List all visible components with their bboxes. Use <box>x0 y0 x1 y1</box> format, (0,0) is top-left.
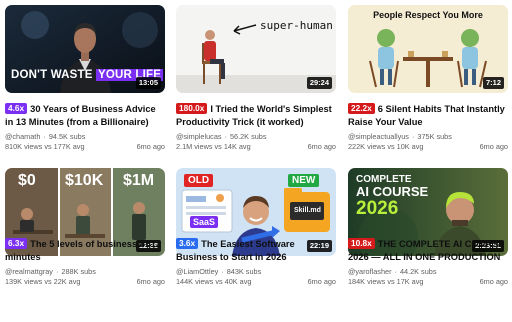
outlier-multiplier-badge: 22.2x <box>348 103 375 114</box>
channel-separator: · <box>55 267 59 276</box>
outlier-multiplier-badge: 3.6x <box>176 238 199 249</box>
video-thumbnail[interactable]: super-human 29:24 <box>176 5 336 93</box>
channel-subs: 94.5K subs <box>48 132 86 141</box>
video-title-row: 22.2x 6 Silent Habits That Instantly Rais… <box>348 103 508 129</box>
channel-handle[interactable]: @chamath <box>5 132 40 141</box>
video-title-row: 3.6x The Easiest Software Business to Sta… <box>176 238 336 264</box>
channel-handle[interactable]: @simplelucas <box>176 132 222 141</box>
channel-row: @realmattgray · 288K subs <box>5 267 165 277</box>
video-grid: DON'T WASTE YOUR LIFE 13:05 4.6x 30 Years… <box>0 0 512 322</box>
channel-handle[interactable]: @simpleactuallyus <box>348 132 409 141</box>
video-duration: 29:24 <box>306 77 332 89</box>
video-title-row: 180.0x I Tried the World's Simplest Produ… <box>176 103 336 129</box>
video-card: OLD NEW SaaS Skill.md 22:19 3.6x The Easi… <box>176 168 336 286</box>
outlier-multiplier-badge: 10.8x <box>348 238 375 249</box>
thumbnail-label-saas: SaaS <box>190 216 219 228</box>
video-title-row: 4.6x 30 Years of Business Advice in 13 Mi… <box>5 103 165 129</box>
thumbnail-caption-line2: AI COURSE <box>356 184 429 199</box>
views-vs-avg: 222K views vs 10K avg <box>348 142 424 151</box>
thumbnail-caption: People Respect You More <box>373 10 483 20</box>
video-age: 6mo ago <box>479 277 508 286</box>
video-meta: 180.0x I Tried the World's Simplest Produ… <box>176 103 336 152</box>
video-age: 6mo ago <box>307 277 336 286</box>
channel-row: @chamath · 94.5K subs <box>5 132 165 142</box>
thumbnail-caption-part: DON'T WASTE <box>11 69 96 81</box>
video-meta: 22.2x 6 Silent Habits That Instantly Rais… <box>348 103 508 152</box>
thumbnail-label-level-3: $1M <box>123 172 155 189</box>
channel-subs: 375K subs <box>417 132 452 141</box>
video-title-row: 6.3x The 5 levels of business in 12 minut… <box>5 238 165 264</box>
video-title[interactable]: 30 Years of Business Advice in 13 Minute… <box>5 104 156 127</box>
thumbnail-caption: super-human <box>260 19 333 32</box>
channel-separator: · <box>394 267 397 276</box>
outlier-multiplier-badge: 180.0x <box>176 103 208 114</box>
thumbnail-label-old: OLD <box>184 174 214 187</box>
channel-separator: · <box>221 267 224 276</box>
outlier-multiplier-badge: 6.3x <box>5 238 28 249</box>
video-age: 6mo ago <box>307 142 336 151</box>
views-vs-avg: 2.1M views vs 14K avg <box>176 142 251 151</box>
channel-separator: · <box>411 132 415 141</box>
stats-row: 139K views vs 22K avg 6mo ago <box>5 277 165 287</box>
video-card: DON'T WASTE YOUR LIFE 13:05 4.6x 30 Years… <box>5 5 165 151</box>
video-age: 6mo ago <box>479 142 508 151</box>
channel-subs: 44.2K subs <box>399 267 437 276</box>
channel-row: @simpleactuallyus · 375K subs <box>348 132 508 142</box>
video-card: super-human 29:24 180.0x I Tried the Worl… <box>176 5 336 151</box>
video-title-row: 10.8x THE COMPLETE AI COURSE 2026 — ALL I… <box>348 238 508 264</box>
views-vs-avg: 139K views vs 22K avg <box>5 277 81 286</box>
stats-row: 144K views vs 40K avg 6mo ago <box>176 277 336 287</box>
stats-row: 810K views vs 177K avg 6mo ago <box>5 142 165 152</box>
video-meta: 10.8x THE COMPLETE AI COURSE 2026 — ALL I… <box>348 238 508 287</box>
video-thumbnail[interactable]: DON'T WASTE YOUR LIFE 13:05 <box>5 5 165 93</box>
video-meta: 4.6x 30 Years of Business Advice in 13 Mi… <box>5 103 165 152</box>
stats-row: 2.1M views vs 14K avg 6mo ago <box>176 142 336 152</box>
channel-row: @simplelucas · 56.2K subs <box>176 132 336 142</box>
thumbnail-caption-line3: 2026 <box>356 198 399 219</box>
views-vs-avg: 144K views vs 40K avg <box>176 277 252 286</box>
video-duration: 13:05 <box>135 77 161 89</box>
views-vs-avg: 184K views vs 17K avg <box>348 277 424 286</box>
thumbnail-label-skill: Skill.md <box>294 207 321 214</box>
channel-separator: · <box>43 132 46 141</box>
views-vs-avg: 810K views vs 177K avg <box>5 142 85 151</box>
video-card: $0 $10K $1M 12:38 6.3x The 5 levels of bu… <box>5 168 165 286</box>
thumbnail-label-level-1: $0 <box>18 172 36 189</box>
video-card: COMPLETE AI COURSE 2026 2:23:51 10.8x THE… <box>348 168 508 286</box>
channel-subs: 56.2K subs <box>229 132 267 141</box>
stats-row: 184K views vs 17K avg 6mo ago <box>348 277 508 287</box>
video-title[interactable]: The 5 levels of business in 12 minutes <box>5 239 161 262</box>
video-meta: 6.3x The 5 levels of business in 12 minut… <box>5 238 165 287</box>
video-card: People Respect You More 7:12 22.2x 6 Sile… <box>348 5 508 151</box>
video-age: 6mo ago <box>136 142 165 151</box>
channel-separator: · <box>224 132 227 141</box>
thumbnail-label-level-2: $10K <box>65 172 104 189</box>
video-meta: 3.6x The Easiest Software Business to Sta… <box>176 238 336 287</box>
channel-row: @yaroflasher · 44.2K subs <box>348 267 508 277</box>
channel-handle[interactable]: @realmattgray <box>5 267 53 276</box>
video-thumbnail[interactable]: People Respect You More 7:12 <box>348 5 508 93</box>
channel-row: @LiamOttley · 843K subs <box>176 267 336 277</box>
outlier-multiplier-badge: 4.6x <box>5 103 28 114</box>
video-age: 6mo ago <box>136 277 165 286</box>
channel-subs: 843K subs <box>226 267 262 276</box>
channel-subs: 288K subs <box>61 267 96 276</box>
video-duration: 7:12 <box>482 77 504 89</box>
thumbnail-label-new: NEW <box>288 174 320 187</box>
stats-row: 222K views vs 10K avg 6mo ago <box>348 142 508 152</box>
channel-handle[interactable]: @LiamOttley <box>176 267 218 276</box>
channel-handle[interactable]: @yaroflasher <box>348 267 392 276</box>
